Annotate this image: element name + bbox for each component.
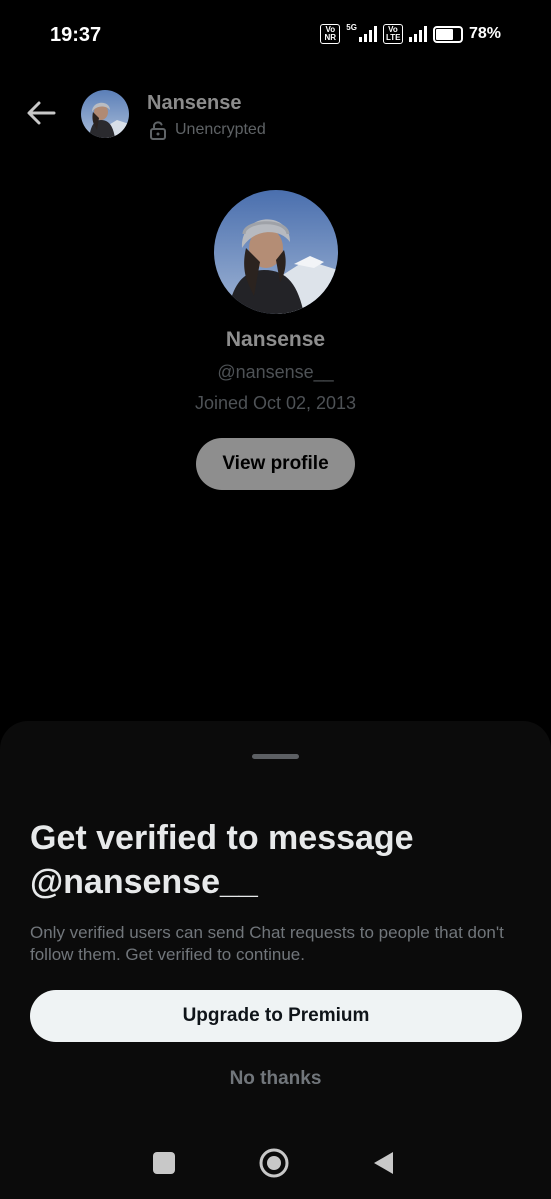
profile-avatar[interactable] bbox=[213, 190, 338, 314]
system-nav-bar bbox=[0, 1130, 551, 1199]
volte-nr-icon: Vo NR bbox=[320, 24, 341, 44]
header-contact-name: Nansense bbox=[147, 92, 242, 114]
signal-strength-icon bbox=[358, 26, 377, 42]
arrow-left-icon[interactable] bbox=[24, 96, 58, 130]
encryption-label: Unencrypted bbox=[175, 121, 266, 138]
sheet-drag-handle[interactable] bbox=[252, 754, 299, 759]
volte-lte-icon: Vo LTE bbox=[382, 24, 403, 44]
verification-bottom-sheet: Get verified to message @nansense__ Only… bbox=[0, 721, 551, 1199]
encryption-status: Unencrypted bbox=[149, 120, 266, 140]
profile-joined-date: Joined Oct 02, 2013 bbox=[194, 393, 357, 413]
profile-handle: @nansense__ bbox=[217, 362, 334, 382]
view-profile-button[interactable]: View profile bbox=[196, 438, 355, 490]
battery-icon bbox=[432, 25, 463, 43]
upgrade-premium-button[interactable]: Upgrade to Premium bbox=[30, 990, 522, 1042]
battery-percent: 78% bbox=[468, 25, 501, 42]
chat-header: Nansense Unencrypted bbox=[0, 80, 551, 150]
signal-strength-icon-2 bbox=[408, 26, 427, 42]
sheet-description: Only verified users can send Chat reques… bbox=[30, 923, 504, 964]
profile-name: Nansense bbox=[225, 328, 326, 351]
square-icon[interactable] bbox=[153, 1152, 175, 1174]
sheet-title: Get verified to message @nansense__ bbox=[30, 819, 414, 901]
circle-home-icon[interactable] bbox=[258, 1147, 290, 1179]
network-type-label: 5G bbox=[346, 22, 357, 32]
battery-fill bbox=[435, 28, 454, 40]
status-time: 19:37 bbox=[50, 24, 102, 46]
status-icons: Vo NR 5G Vo LTE 78% bbox=[320, 22, 501, 44]
status-bar: 19:37 Vo NR 5G Vo LTE 78% bbox=[0, 0, 551, 72]
unlock-icon bbox=[150, 121, 166, 140]
avatar[interactable] bbox=[81, 90, 129, 138]
profile-summary: Nansense @nansense__ Joined Oct 02, 2013… bbox=[0, 190, 551, 490]
triangle-back-icon[interactable] bbox=[372, 1150, 394, 1176]
no-thanks-button[interactable]: No thanks bbox=[0, 1068, 551, 1090]
